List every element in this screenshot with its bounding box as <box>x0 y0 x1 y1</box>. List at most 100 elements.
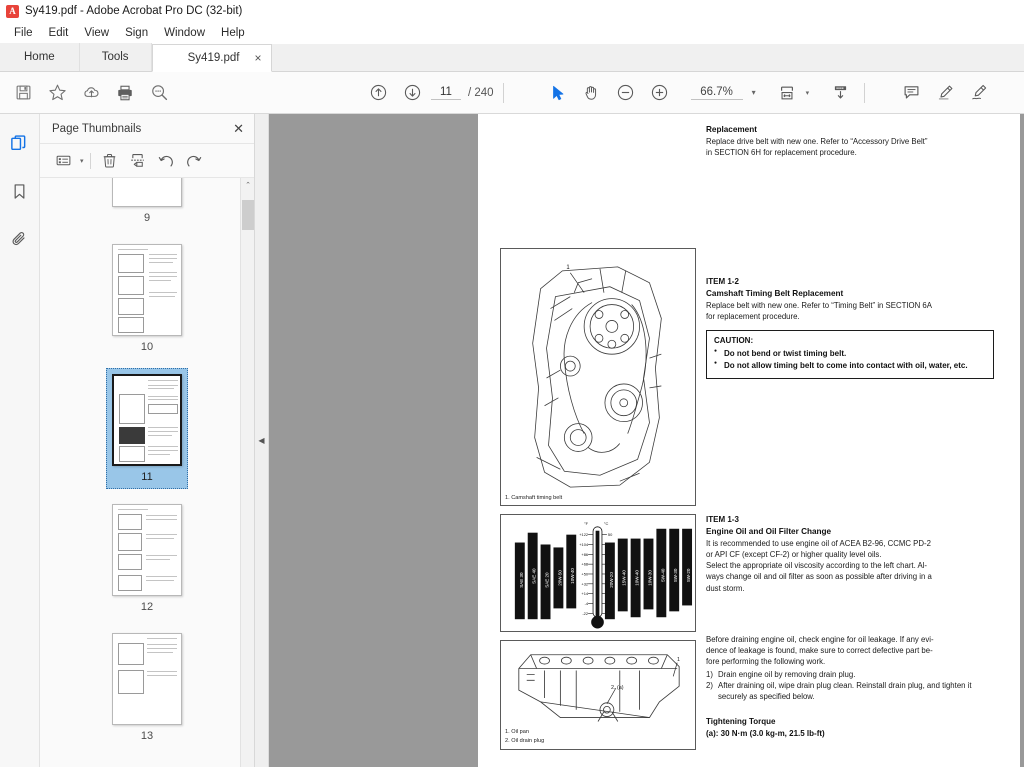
figure-timing-belt: 1 1. Camshaft timing belt <box>500 248 696 506</box>
zoom-level-value[interactable]: 66.7% <box>690 86 743 100</box>
thumbnail-page-10[interactable]: 10 <box>107 239 187 358</box>
hand-tool-button[interactable] <box>575 76 609 110</box>
menu-window[interactable]: Window <box>156 25 213 41</box>
thumbnail-options-button[interactable] <box>50 149 76 173</box>
thumbnail-page-12[interactable]: 12 <box>107 499 187 618</box>
tab-document[interactable]: Sy419.pdf × <box>151 44 272 72</box>
page-number-input[interactable]: 11 <box>431 86 461 100</box>
paperclip-icon <box>12 231 25 245</box>
item-1-2-body-line-2: for replacement procedure. <box>706 311 800 321</box>
collapse-panel-arrow-icon[interactable]: ◀ <box>258 436 264 445</box>
scrollbar-thumb[interactable] <box>242 200 254 230</box>
menu-help[interactable]: Help <box>213 25 253 41</box>
drain-body-line-2: dence of leakage is found, make sure to … <box>706 645 933 655</box>
window-title: Sy419.pdf - Adobe Acrobat Pro DC (32-bit… <box>25 5 243 17</box>
item-1-3-body-line-1: It is recommended to use engine oil of A… <box>706 539 931 549</box>
drain-step-number: 2) <box>706 680 713 690</box>
item-1-3-body-line-2: or API CF (except CF-2) or higher qualit… <box>706 550 882 560</box>
svg-text:+14: +14 <box>581 591 589 596</box>
thumbnail-image <box>112 178 182 207</box>
svg-text:10W-40: 10W-40 <box>635 570 640 586</box>
app-body: Page Thumbnails ✕ ▾ 9 10 11 12 13 ⌃ ◀ 1 … <box>0 114 1024 767</box>
figure-caption: 1. Oil pan 2. Oil drain plug <box>505 728 544 745</box>
rail-page-thumbnails-button[interactable] <box>5 126 35 160</box>
menu-file[interactable]: File <box>6 25 41 41</box>
menu-sign[interactable]: Sign <box>117 25 156 41</box>
svg-text:+50: +50 <box>581 571 589 576</box>
rotate-clockwise-button[interactable] <box>181 149 207 173</box>
thumbnail-page-9[interactable]: 9 <box>107 178 187 229</box>
item-1-3-body-line-4: ways change oil and oil filter as soon a… <box>706 572 932 582</box>
svg-text:15W-40: 15W-40 <box>622 570 627 586</box>
add-to-favorites-button[interactable] <box>40 76 74 110</box>
thumbnail-page-label: 11 <box>141 471 153 483</box>
close-icon[interactable]: ✕ <box>233 121 244 137</box>
item-1-3-heading: Engine Oil and Oil Filter Change <box>706 527 832 537</box>
drain-step-text: After draining oil, wipe drain plug clea… <box>718 680 972 701</box>
svg-text:SAE 30: SAE 30 <box>519 572 524 588</box>
delete-pages-button[interactable] <box>97 149 123 173</box>
thumbnail-page-13[interactable]: 13 <box>107 628 187 747</box>
previous-page-button[interactable] <box>361 76 395 110</box>
svg-text:+104: +104 <box>579 542 589 547</box>
rotate-counterclockwise-button[interactable] <box>153 149 179 173</box>
tab-home[interactable]: Home <box>0 43 80 71</box>
print-button[interactable] <box>108 76 142 110</box>
thumbnails-panel-title: Page Thumbnails <box>52 122 142 135</box>
extract-pages-button[interactable] <box>125 149 151 173</box>
close-icon[interactable]: × <box>255 52 262 64</box>
rail-bookmarks-button[interactable] <box>5 174 35 208</box>
document-viewport[interactable]: 1 1. Camshaft timing belt SAE 30 SAE 40 … <box>269 114 1024 767</box>
zoom-in-button[interactable] <box>643 76 677 110</box>
caution-box: CAUTION: Do not bend or twist timing bel… <box>706 330 994 380</box>
star-icon <box>48 84 66 101</box>
figure-caption: 1. Camshaft timing belt <box>505 494 563 501</box>
toolbar-divider-2 <box>864 82 866 103</box>
cursor-arrow-icon <box>552 85 563 100</box>
fit-page-chevron-down-icon[interactable]: ▾ <box>806 89 810 97</box>
add-comment-button[interactable] <box>894 76 928 110</box>
printer-icon <box>118 85 132 100</box>
svg-text:+68: +68 <box>581 562 589 567</box>
panel-collapse-bar[interactable]: ◀ <box>255 114 269 767</box>
search-button[interactable] <box>142 76 176 110</box>
sign-pen-icon <box>971 84 986 100</box>
svg-text:-30: -30 <box>608 611 615 616</box>
drain-step-number: 1) <box>706 669 713 679</box>
scroll-up-icon[interactable]: ⌃ <box>241 178 254 192</box>
menu-edit[interactable]: Edit <box>41 25 77 41</box>
save-button[interactable] <box>6 76 40 110</box>
bookmark-icon <box>14 183 25 199</box>
figure-oil-pan: 2. (a) 1 1. Oil pan 2. Oil drain plug <box>500 640 696 750</box>
sign-document-button[interactable] <box>962 76 996 110</box>
thumbnail-options-chevron-down-icon[interactable]: ▾ <box>80 157 84 165</box>
thumbnails-toolbar-divider <box>89 152 91 169</box>
svg-text:-20: -20 <box>608 601 615 606</box>
chevron-down-icon[interactable]: ▾ <box>752 88 756 97</box>
svg-text:°F: °F <box>584 521 589 526</box>
arrow-up-circle-icon <box>370 84 386 101</box>
zoom-out-button[interactable] <box>609 76 643 110</box>
select-tool-button[interactable] <box>541 76 575 110</box>
next-page-button[interactable] <box>395 76 429 110</box>
acrobat-logo-icon: A <box>6 4 19 18</box>
tab-strip: Home Tools Sy419.pdf × <box>0 43 1024 72</box>
rail-attachments-button[interactable] <box>5 222 35 256</box>
menu-view[interactable]: View <box>76 25 117 41</box>
highlight-text-button[interactable] <box>928 76 962 110</box>
item-1-3-label: ITEM 1-3 <box>706 515 739 525</box>
page-down-icon <box>834 86 846 99</box>
caution-item: Do not allow timing belt to come into co… <box>714 360 986 371</box>
fit-page-button[interactable] <box>770 76 804 110</box>
oil-viscosity-chart: SAE 30 SAE 40 SAE 20 20W-50 10W-40 20W-2… <box>501 515 695 631</box>
thumbnail-page-label: 10 <box>140 341 154 353</box>
thumbnail-page-11[interactable]: 11 <box>106 368 188 489</box>
drain-step-text: Drain engine oil by removing drain plug. <box>718 669 856 679</box>
upload-to-cloud-button[interactable] <box>74 76 108 110</box>
svg-text:SAE 20: SAE 20 <box>544 572 549 588</box>
scroll-mode-button[interactable] <box>823 76 857 110</box>
cloud-upload-icon <box>83 87 98 98</box>
item-1-3-body-line-5: dust storm. <box>706 583 745 593</box>
thumbnails-scrollbar[interactable]: ⌃ <box>240 178 254 767</box>
tab-tools[interactable]: Tools <box>79 43 152 71</box>
